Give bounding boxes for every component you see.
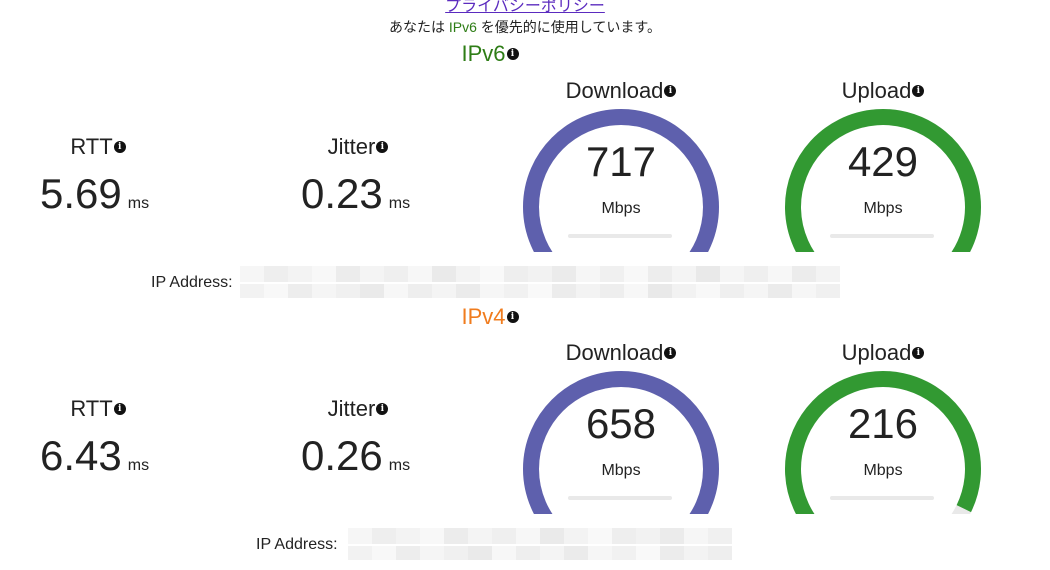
download-unit: Mbps <box>601 462 641 479</box>
info-icon[interactable]: i <box>664 85 677 98</box>
gauge-baseline <box>830 234 934 238</box>
info-icon[interactable]: i <box>912 85 925 98</box>
upload-gauge-label: Upload i <box>778 78 988 104</box>
ipv4-rtt-label: RTT i <box>18 396 178 422</box>
ipv4-title-text: IPv4 <box>461 304 506 329</box>
info-icon[interactable]: i <box>376 141 389 154</box>
rtt-value-number: 5.69 <box>40 170 122 217</box>
ipv4-download-gauge: Download i 658 Mbps <box>516 340 726 520</box>
ipv4-jitter-label: Jitter i <box>278 396 438 422</box>
upload-value: 216 <box>847 400 919 447</box>
jitter-label-text: Jitter <box>327 134 376 159</box>
ipv4-ip-address-value <box>348 528 732 560</box>
jitter-label-text: Jitter <box>327 396 376 421</box>
upload-unit: Mbps <box>863 200 903 217</box>
ipv6-upload-gauge: Upload i 429 Mbps <box>778 78 988 258</box>
rtt-value-number: 6.43 <box>40 432 122 479</box>
ip-preference-message: あなたは IPv6 を優先的に使用しています。 <box>0 17 1050 37</box>
ipv4-jitter-value: 0.26 ms <box>301 432 410 480</box>
upload-unit: Mbps <box>863 462 903 479</box>
ipv4-upload-gauge: Upload i 216 Mbps <box>778 340 988 520</box>
ipv6-rtt-label: RTT i <box>18 134 178 160</box>
info-icon[interactable]: i <box>506 311 519 324</box>
download-label-text: Download <box>565 340 664 365</box>
info-icon[interactable]: i <box>376 403 389 416</box>
info-icon[interactable]: i <box>664 347 677 360</box>
jitter-value-number: 0.23 <box>301 170 383 217</box>
ipv6-jitter-value: 0.23 ms <box>301 170 410 218</box>
jitter-value-number: 0.26 <box>301 432 383 479</box>
ipv4-rtt-value: 6.43 ms <box>40 432 149 480</box>
gauge-baseline <box>568 234 672 238</box>
ipv4-ip-address-label: IP Address: <box>256 536 338 553</box>
ipv6-section-title: IPv6 i <box>390 41 590 67</box>
ipv6-title-text: IPv6 <box>461 41 506 66</box>
ipv6-jitter-label: Jitter i <box>278 134 438 160</box>
upload-label-text: Upload <box>841 340 912 365</box>
upload-gauge-label: Upload i <box>778 340 988 366</box>
download-value: 658 <box>585 400 657 447</box>
rtt-label-text: RTT <box>70 396 113 421</box>
download-gauge-label: Download i <box>516 340 726 366</box>
info-icon[interactable]: i <box>912 347 925 360</box>
info-icon[interactable]: i <box>506 48 519 61</box>
info-icon[interactable]: i <box>113 141 126 154</box>
ipv6-ip-address-label: IP Address: <box>151 274 233 291</box>
rtt-label-text: RTT <box>70 134 113 159</box>
privacy-policy-link[interactable]: プライバシーポリシー <box>0 0 1050 16</box>
preference-text-after: を優先的に使用しています。 <box>476 19 661 35</box>
jitter-unit: ms <box>388 457 411 474</box>
download-gauge-label: Download i <box>516 78 726 104</box>
preference-text-before: あなたは <box>389 19 449 35</box>
ipv6-ip-address-value <box>240 266 840 298</box>
gauge-baseline <box>830 496 934 500</box>
upload-label-text: Upload <box>841 78 912 103</box>
ipv6-download-gauge: Download i 717 Mbps <box>516 78 726 258</box>
jitter-unit: ms <box>388 195 411 212</box>
ipv4-section-title: IPv4 i <box>390 304 590 330</box>
ipv6-rtt-value: 5.69 ms <box>40 170 149 218</box>
preference-protocol: IPv6 <box>448 19 477 35</box>
download-label-text: Download <box>565 78 664 103</box>
info-icon[interactable]: i <box>113 403 126 416</box>
download-unit: Mbps <box>601 200 641 217</box>
rtt-unit: ms <box>127 457 150 474</box>
upload-value: 429 <box>847 138 919 185</box>
rtt-unit: ms <box>127 195 150 212</box>
download-value: 717 <box>585 138 657 185</box>
gauge-baseline <box>568 496 672 500</box>
